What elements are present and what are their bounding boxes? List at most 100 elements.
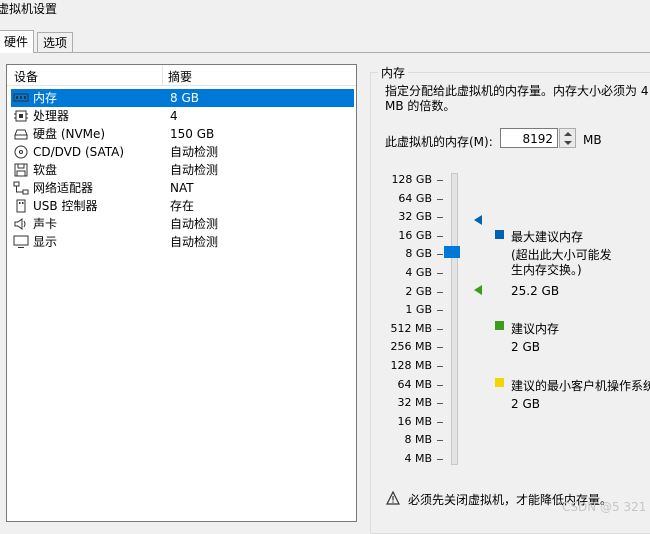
column-header-device[interactable]: 设备: [14, 68, 38, 85]
max-recommended-marker-icon: [474, 215, 482, 225]
tab-label: 硬件: [4, 35, 29, 49]
scale-label: 128 MB: [390, 359, 432, 372]
stepper-down-icon[interactable]: [564, 141, 572, 145]
scale-tick: [437, 310, 443, 312]
device-summary: 自动检测: [170, 163, 219, 177]
memory-scale: 128 GB 64 GB 32 GB 16 GB 8 GB 4 GB 2 GB 1 GB 512…: [380, 170, 432, 470]
warning-icon: [386, 490, 400, 505]
device-name: USB 控制器: [33, 199, 98, 213]
device-name: 显示: [33, 235, 58, 249]
device-row[interactable]: CD/DVD (SATA) 自动检测: [11, 143, 354, 161]
recommended-swatch-icon: [495, 321, 504, 330]
scale-tick: [437, 384, 443, 386]
scale-label: 1 GB: [405, 303, 432, 317]
column-header-summary[interactable]: 摘要: [168, 68, 192, 85]
device-row[interactable]: 软盘 自动检测: [11, 161, 354, 179]
device-list[interactable]: 设备 摘要 内存 8 GB 处理器 4 硬盘 (NVMe) 150 GB CD/DVD (S…: [6, 64, 357, 522]
max-recommended-label: 最大建议内存: [511, 230, 584, 244]
watermark: CSDN @5 321: [562, 500, 647, 514]
max-recommended-swatch-icon: [495, 230, 504, 239]
memory-slider-track[interactable]: [451, 173, 458, 465]
memory-unit: MB: [583, 133, 602, 147]
device-row[interactable]: USB 控制器 存在: [11, 197, 354, 215]
device-summary: 8 GB: [170, 91, 199, 105]
scale-tick: [437, 403, 443, 405]
scale-tick: [437, 459, 443, 460]
scale-tick: [437, 217, 443, 219]
recommended-value: 2 GB: [511, 340, 540, 354]
scale-tick: [437, 347, 443, 349]
network-icon: [13, 181, 29, 195]
min-guest-value: 2 GB: [511, 397, 540, 411]
scale-tick: [437, 440, 443, 442]
scale-tick: [437, 235, 443, 237]
memory-input[interactable]: 8192: [500, 128, 558, 148]
recommended-marker-icon: [474, 285, 482, 295]
memory-description: 指定分配给此虚拟机的内存量。内存大小必须为 4 MB 的倍数。: [385, 84, 649, 113]
floppy-icon: [13, 163, 29, 177]
cpu-icon: [13, 109, 29, 123]
device-row[interactable]: 网络适配器 NAT: [11, 179, 354, 197]
device-row[interactable]: 处理器 4: [11, 107, 354, 125]
window-title: 虚拟机设置: [0, 2, 58, 16]
harddisk-icon: [13, 127, 29, 141]
usb-icon: [13, 199, 29, 213]
cd-icon: [13, 145, 29, 159]
device-name: CD/DVD (SATA): [33, 145, 125, 159]
scale-label: 32 MB: [397, 396, 432, 410]
stepper-up-icon[interactable]: [564, 132, 572, 136]
scale-label: 16 MB: [397, 414, 432, 428]
device-row[interactable]: 内存 8 GB: [11, 89, 354, 107]
device-name: 内存: [33, 91, 58, 105]
monitor-icon: [13, 235, 29, 249]
scale-label: 2 GB: [405, 284, 432, 298]
scale-label: 32 GB: [398, 210, 432, 224]
scale-label: 64 MB: [397, 377, 432, 391]
scale-label: 512 MB: [390, 321, 432, 335]
scale-tick: [437, 328, 443, 330]
scale-label: 128 GB: [391, 173, 432, 186]
scale-label: 256 MB: [390, 340, 432, 354]
device-name: 声卡: [33, 217, 58, 231]
tab-divider: [0, 52, 650, 53]
memory-group-title: 内存: [378, 64, 409, 81]
memory-slider-thumb[interactable]: [444, 246, 460, 258]
scale-label: 16 GB: [398, 228, 432, 242]
device-summary: 4: [170, 109, 178, 123]
scale-tick: [437, 291, 443, 293]
device-summary: 自动检测: [170, 217, 219, 231]
device-name: 处理器: [33, 109, 70, 123]
tab-label: 选项: [43, 36, 68, 50]
scale-tick: [437, 180, 443, 181]
device-summary: 自动检测: [170, 145, 219, 159]
device-summary: 150 GB: [170, 127, 215, 141]
device-name: 硬盘 (NVMe): [33, 127, 106, 141]
max-recommended-note: (超出此大小可能发生内存交换。): [511, 248, 612, 277]
scale-label: 8 MB: [404, 433, 432, 447]
scale-tick: [437, 254, 443, 256]
scale-tick: [437, 273, 443, 274]
scale-label: 64 GB: [398, 191, 432, 205]
scale-label: 8 GB: [405, 247, 432, 261]
device-row[interactable]: 显示 自动检测: [11, 233, 354, 251]
recommended-label: 建议内存: [511, 322, 560, 336]
memory-stepper[interactable]: [559, 128, 576, 148]
device-name: 软盘: [33, 163, 58, 177]
device-row[interactable]: 声卡 自动检测: [11, 215, 354, 233]
device-summary: NAT: [170, 181, 194, 195]
column-separator[interactable]: [162, 65, 163, 85]
device-name: 网络适配器: [33, 181, 94, 195]
scale-tick: [437, 366, 443, 367]
device-summary: 自动检测: [170, 235, 219, 249]
scale-tick: [437, 198, 443, 200]
tab-options[interactable]: 选项: [37, 32, 74, 53]
device-row[interactable]: 硬盘 (NVMe) 150 GB: [11, 125, 354, 143]
memory-icon: [13, 91, 29, 105]
scale-label: 4 GB: [405, 266, 432, 279]
min-guest-swatch-icon: [495, 378, 504, 387]
scale-label: 4 MB: [404, 452, 432, 465]
device-summary: 存在: [170, 199, 195, 213]
tab-hardware[interactable]: 硬件: [0, 30, 35, 53]
memory-field-label: 此虚拟机的内存(M):: [385, 135, 493, 149]
list-header: 设备 摘要: [7, 65, 356, 86]
